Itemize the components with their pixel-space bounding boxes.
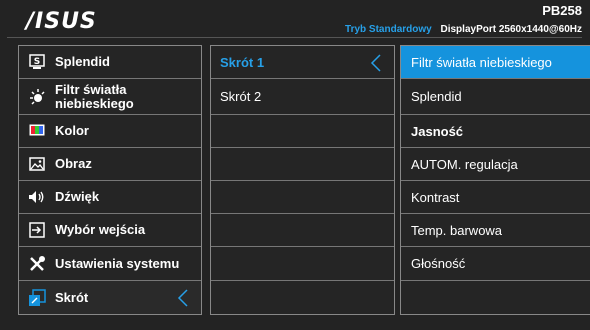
bluelight-icon — [28, 88, 46, 106]
chevron-left-icon — [370, 54, 381, 72]
main-menu: S Splendid Filtr światła niebieskiego Ko… — [18, 45, 202, 315]
menu-label: Splendid — [55, 54, 110, 69]
shortcut-item-empty — [211, 115, 394, 148]
current-mode: Tryb Standardowy — [345, 24, 432, 35]
option-bluelight[interactable]: Filtr światła niebieskiego — [401, 46, 590, 79]
option-label: Głośność — [411, 256, 466, 271]
menu-item-system[interactable]: Ustawienia systemu — [19, 247, 201, 281]
image-icon — [28, 155, 46, 173]
status-line: Tryb Standardowy DisplayPort 2560x1440@6… — [345, 24, 582, 35]
menu-item-bluelight[interactable]: Filtr światła niebieskiego — [19, 79, 201, 115]
shortcut-item-1[interactable]: Skrót 1 — [211, 46, 394, 79]
option-label: Temp. barwowa — [411, 222, 503, 238]
menu-item-image[interactable]: Obraz — [19, 148, 201, 181]
input-resolution: DisplayPort 2560x1440@60Hz — [440, 24, 583, 35]
menu-label: Obraz — [55, 156, 92, 171]
speaker-icon — [28, 188, 46, 206]
shortcut-item-empty — [211, 214, 394, 247]
menu-item-input[interactable]: Wybór wejścia — [19, 214, 201, 247]
menu-item-color[interactable]: Kolor — [19, 115, 201, 148]
option-color-temp[interactable]: Temp. barwowa — [401, 214, 590, 247]
shortcut-item-empty — [211, 181, 394, 214]
option-splendid[interactable]: Splendid — [401, 79, 590, 115]
shortcut-item-empty — [211, 247, 394, 281]
option-label: Jasność — [411, 123, 464, 139]
shortcut-item-empty — [211, 281, 394, 314]
shortcut-label: Skrót 2 — [220, 89, 262, 104]
tools-icon — [28, 255, 46, 273]
option-contrast[interactable]: Kontrast — [401, 181, 590, 214]
input-icon — [28, 221, 46, 239]
menu-label: Ustawienia systemu — [55, 255, 180, 271]
option-label: AUTOM. regulacja — [411, 156, 518, 172]
shortcut-item-empty — [211, 148, 394, 181]
splendid-icon: S — [28, 53, 46, 71]
option-empty — [401, 281, 590, 314]
model-name: PB258 — [542, 3, 582, 18]
shortcut-label: Skrót 1 — [220, 54, 265, 70]
option-brightness[interactable]: Jasność — [401, 115, 590, 148]
svg-text:S: S — [34, 57, 40, 67]
menu-label: Skrót — [55, 289, 89, 305]
color-icon — [28, 122, 46, 140]
osd-frame: /ISUS PB258 Tryb Standardowy DisplayPort… — [0, 0, 590, 330]
menu-label: Dźwięk — [55, 189, 100, 204]
option-label: Filtr światła niebieskiego — [411, 54, 552, 70]
shortcut-submenu: Skrót 1 Skrót 2 — [210, 45, 395, 315]
menu-item-shortcut[interactable]: Skrót — [19, 281, 201, 314]
menu-label: Wybór wejścia — [55, 222, 146, 237]
menu-item-sound[interactable]: Dźwięk — [19, 181, 201, 214]
menu-label: Filtr światła niebieskiego — [55, 81, 134, 111]
shortcut-options: Filtr światła niebieskiego Splendid Jasn… — [400, 45, 590, 315]
chevron-left-icon — [177, 289, 188, 307]
option-auto-adjust[interactable]: AUTOM. regulacja — [401, 148, 590, 181]
menu-label: Kolor — [55, 123, 89, 138]
menu-item-splendid[interactable]: S Splendid — [19, 46, 201, 79]
shortcut-icon — [28, 288, 46, 307]
shortcut-item-2[interactable]: Skrót 2 — [211, 79, 394, 115]
option-label: Splendid — [411, 89, 462, 104]
header-divider — [7, 37, 582, 38]
option-label: Kontrast — [411, 189, 460, 205]
option-volume[interactable]: Głośność — [401, 247, 590, 281]
asus-logo: /ISUS — [26, 9, 97, 34]
